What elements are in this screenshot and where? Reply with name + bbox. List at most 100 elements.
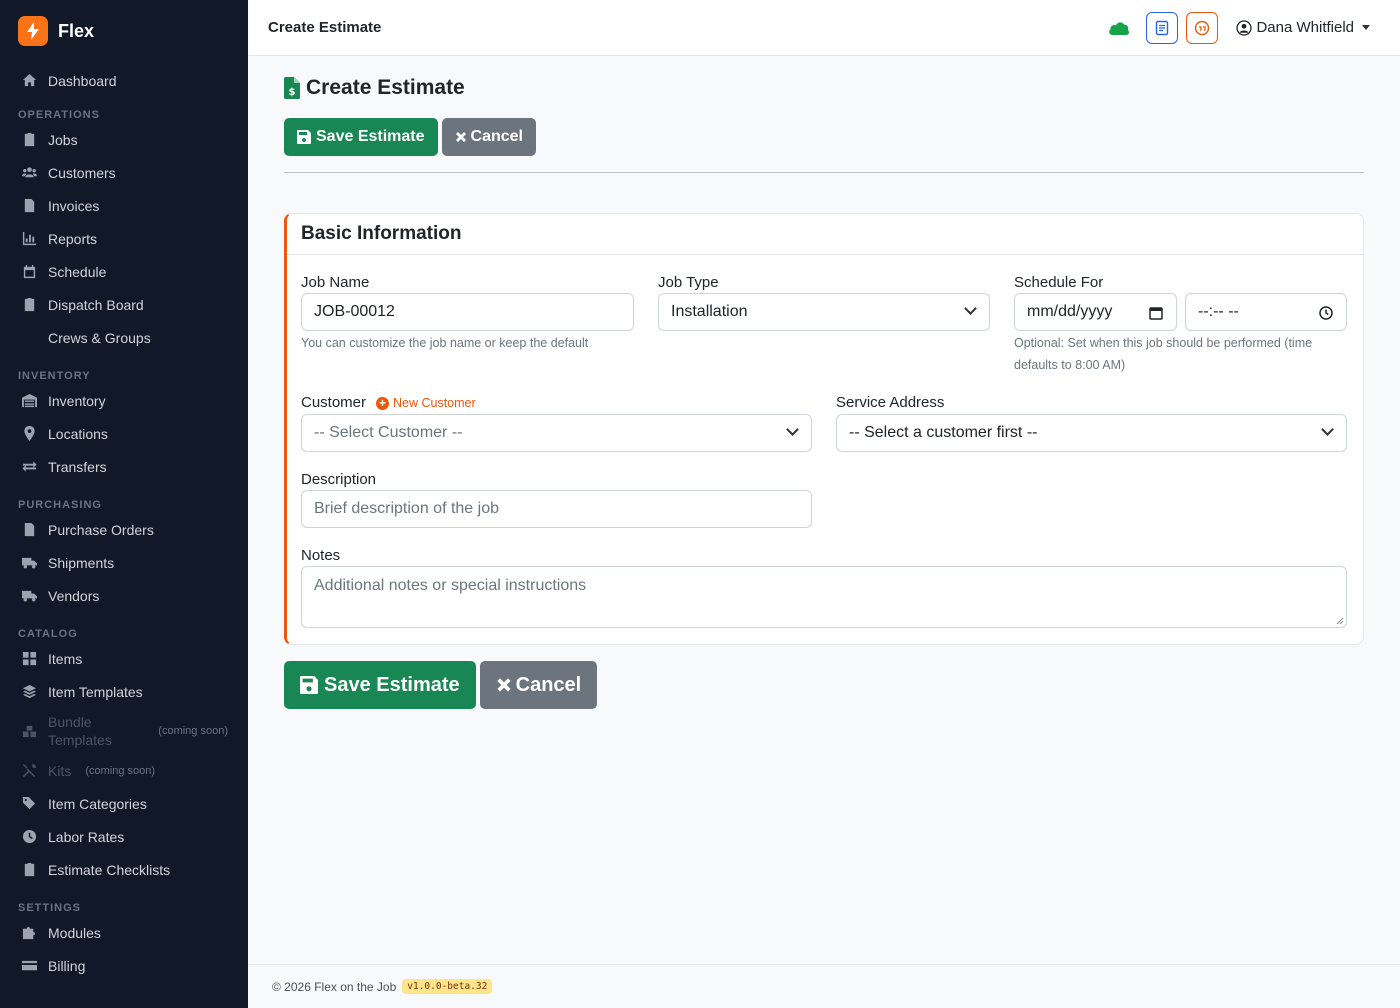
job-name-input[interactable]: JOB-00012 <box>301 293 634 331</box>
customer-label: Customer <box>301 394 367 411</box>
description-placeholder: Brief description of the job <box>314 500 499 517</box>
job-type-label: Job Type <box>658 274 719 291</box>
sidebar-item-dashboard[interactable]: Dashboard <box>0 64 248 97</box>
job-name-label: Job Name <box>301 274 370 291</box>
sidebar-item-labor-rates[interactable]: Labor Rates <box>0 820 248 853</box>
top-actions: Save Estimate Cancel <box>284 118 536 156</box>
sidebar-item-locations[interactable]: Locations <box>0 417 248 450</box>
tools-icon <box>20 762 38 780</box>
section-label-operations: OPERATIONS <box>18 109 100 121</box>
close-icon <box>496 678 511 692</box>
truck-icon <box>20 554 38 572</box>
job-type-select[interactable]: Installation <box>658 293 990 331</box>
bottom-actions: Save Estimate Cancel <box>284 661 598 709</box>
sidebar-item-estimate-checklists[interactable]: Estimate Checklists <box>0 853 248 886</box>
user-menu[interactable]: Dana Whitfield <box>1236 19 1370 36</box>
grid-icon <box>20 650 38 668</box>
schedule-time-input[interactable]: --:-- -- <box>1185 293 1347 331</box>
sidebar-item-inventory[interactable]: Inventory <box>0 384 248 417</box>
sidebar-item-crews-groups[interactable]: Crews & Groups <box>0 321 248 354</box>
sidebar-item-label: Inventory <box>48 392 106 409</box>
sidebar-item-label: Reports <box>48 230 98 247</box>
sidebar-item-item-templates[interactable]: Item Templates <box>0 675 248 708</box>
service-address-select[interactable]: -- Select a customer first -- <box>836 414 1347 452</box>
schedule-date-input[interactable]: mm/dd/yyyy <box>1014 293 1177 331</box>
sidebar-item-item-categories[interactable]: Item Categories <box>0 787 248 820</box>
job-name-help: You can customize the job name or keep t… <box>301 336 589 350</box>
topbar: Create Estimate Dana Whitfield <box>248 0 1400 56</box>
sidebar-item-schedule[interactable]: Schedule <box>0 255 248 288</box>
sidebar-item-dispatch-board[interactable]: Dispatch Board <box>0 288 248 321</box>
cancel-button-bottom[interactable]: Cancel <box>479 661 598 709</box>
document-icon <box>20 521 38 539</box>
sidebar-item-jobs[interactable]: Jobs <box>0 123 248 156</box>
brand[interactable]: Flex <box>0 0 248 62</box>
service-address-value: -- Select a customer first -- <box>849 424 1038 441</box>
topbar-actions: Dana Whitfield <box>1108 11 1370 44</box>
coming-soon-label: (coming soon) <box>85 764 156 777</box>
credit-card-icon <box>20 957 38 975</box>
cloud-sync-icon[interactable] <box>1108 20 1130 36</box>
sidebar-item-customers[interactable]: Customers <box>0 156 248 189</box>
date-placeholder: mm/dd/yyyy <box>1027 303 1113 320</box>
time-placeholder: --:-- -- <box>1198 303 1239 320</box>
save-estimate-button[interactable]: Save Estimate <box>284 118 438 156</box>
calendar-icon <box>1149 307 1163 320</box>
sidebar-item-label: Billing <box>48 957 86 974</box>
sidebar-item-label: Item Categories <box>48 795 147 812</box>
sidebar-item-label: Invoices <box>48 197 100 214</box>
notes-button[interactable] <box>1146 11 1179 44</box>
sidebar-item-purchase-orders[interactable]: Purchase Orders <box>0 513 248 546</box>
copyright: © 2026 Flex on the Job <box>272 979 397 994</box>
notes-textarea[interactable]: Additional notes or special instructions <box>301 566 1347 628</box>
svg-text:$: $ <box>289 87 296 98</box>
sidebar-item-label: Crews & Groups <box>48 329 151 346</box>
plus-circle-icon: + <box>376 396 389 410</box>
sidebar-item-label: Customers <box>48 164 116 181</box>
sidebar-item-label: Purchase Orders <box>48 521 154 538</box>
sidebar-item-shipments[interactable]: Shipments <box>0 546 248 579</box>
users-icon <box>20 164 38 182</box>
job-name-value: JOB-00012 <box>314 303 395 320</box>
chart-bar-icon <box>20 230 38 248</box>
save-icon <box>300 676 318 694</box>
card-header: Basic Information <box>287 214 1363 255</box>
sidebar-item-label: Dispatch Board <box>48 296 144 313</box>
sidebar-item-label: Jobs <box>48 131 78 148</box>
resize-handle-icon[interactable] <box>1336 617 1344 625</box>
sidebar-item-vendors[interactable]: Vendors <box>0 579 248 612</box>
sidebar-item-items[interactable]: Items <box>0 642 248 675</box>
sidebar-item-billing[interactable]: Billing <box>0 949 248 982</box>
schedule-help: Optional: Set when this job should be pe… <box>1014 332 1347 376</box>
sidebar: Flex Dashboard OPERATIONS Jobs Customers… <box>0 0 248 1008</box>
description-input[interactable]: Brief description of the job <box>301 490 812 528</box>
page-header: $ Create Estimate <box>284 76 465 100</box>
sidebar-item-label: Labor Rates <box>48 828 125 845</box>
customer-value: -- Select Customer -- <box>314 424 463 441</box>
save-estimate-label: Save Estimate <box>316 128 425 145</box>
schedule-help-line1: Optional: Set when this job should be pe… <box>1014 336 1313 350</box>
new-customer-link[interactable]: + New Customer <box>376 396 476 410</box>
arrows-exchange-icon <box>20 458 38 476</box>
save-estimate-button-bottom[interactable]: Save Estimate <box>284 661 476 709</box>
brand-name: Flex <box>58 20 95 41</box>
sidebar-item-transfers[interactable]: Transfers <box>0 450 248 483</box>
topbar-title: Create Estimate <box>268 19 382 36</box>
sidebar-item-label: Dashboard <box>48 72 117 89</box>
customer-select[interactable]: -- Select Customer -- <box>301 414 812 452</box>
feedback-button[interactable] <box>1186 11 1219 44</box>
sidebar-item-label: Modules <box>48 924 101 941</box>
user-name: Dana Whitfield <box>1256 19 1354 36</box>
chevron-down-icon <box>964 302 977 315</box>
description-label: Description <box>301 471 377 488</box>
sidebar-item-invoices[interactable]: Invoices <box>0 189 248 222</box>
section-label-catalog: CATALOG <box>18 628 78 640</box>
cancel-button[interactable]: Cancel <box>441 118 536 156</box>
cubes-icon <box>20 722 38 740</box>
sidebar-item-modules[interactable]: Modules <box>0 916 248 949</box>
sidebar-item-reports[interactable]: Reports <box>0 222 248 255</box>
puzzle-icon <box>20 924 38 942</box>
layers-icon <box>20 683 38 701</box>
calendar-icon <box>20 263 38 281</box>
warehouse-icon <box>20 392 38 410</box>
